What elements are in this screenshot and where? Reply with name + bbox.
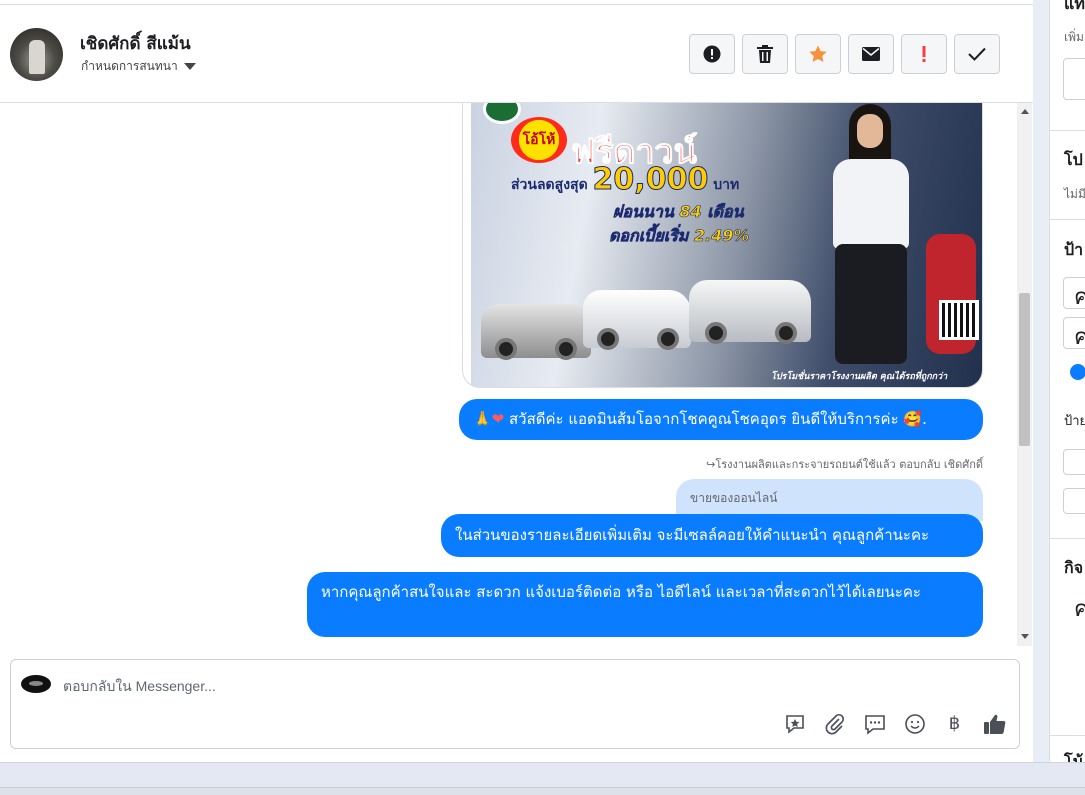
mark-unread-button[interactable] bbox=[848, 34, 894, 74]
taskbar-strip bbox=[0, 762, 1085, 795]
assign-conversation-label: กำหนดการสนทนา bbox=[81, 59, 178, 73]
delete-button[interactable] bbox=[742, 34, 788, 74]
reply-context-label: ↪โรงงานผลิตและกระจายรถยนต์ใช้แล้ว ตอบกลั… bbox=[706, 458, 983, 471]
message-thread: โอ้โห้ ฟรีดาวน์ ส่วนลดสูงสุด 20,000 บาท … bbox=[0, 103, 1017, 646]
thread-scrollbar[interactable] bbox=[1017, 103, 1032, 646]
label-chip-text: ค bbox=[1074, 319, 1085, 354]
car-graphic bbox=[689, 280, 811, 344]
scroll-down-icon[interactable] bbox=[1021, 634, 1029, 639]
message-text: สวัสดีค่ะ แอดมินส้มโอจากโชคคูณโชคอุดร ยิ… bbox=[509, 410, 899, 428]
car-graphic bbox=[583, 290, 691, 350]
promo-interest: ดอกเบี้ยเริ่ม 2.49% bbox=[609, 226, 750, 246]
promo-discount-amount: 20,000 bbox=[592, 162, 709, 198]
caret-down-icon bbox=[183, 63, 196, 70]
panel-gutter bbox=[1033, 0, 1049, 762]
exclamation-icon bbox=[922, 46, 926, 62]
promo-footer: โปรโมชั่นราคาโรงงานผลิต คุณได้รถที่ถูกกว… bbox=[771, 372, 948, 382]
contact-details-panel: แท เพิ่ม โป ไม่มี ป้า ค ค ป้าย กิจ ค โน้ bbox=[1049, 0, 1085, 762]
baht-icon[interactable]: ฿ bbox=[942, 711, 967, 736]
conversation-actions bbox=[689, 34, 1000, 74]
car-graphic bbox=[481, 304, 591, 360]
greeting-end-emoji: 🥰. bbox=[903, 410, 927, 428]
add-field-input[interactable] bbox=[1063, 58, 1085, 100]
add-label-icon[interactable] bbox=[1070, 364, 1085, 380]
section-hint: ไม่มี bbox=[1064, 187, 1085, 201]
qr-code bbox=[939, 300, 979, 340]
paperclip-icon[interactable] bbox=[822, 711, 847, 736]
star-icon bbox=[809, 45, 827, 62]
section-title: กิจ bbox=[1064, 558, 1084, 577]
label-chip-text: ค bbox=[1074, 279, 1085, 314]
thumbs-up-icon[interactable] bbox=[982, 711, 1007, 736]
section-title: แท bbox=[1064, 0, 1085, 13]
promo-discount: ส่วนลดสูงสุด 20,000 บาท bbox=[511, 162, 740, 198]
trash-icon bbox=[757, 45, 773, 63]
alert-circle-icon bbox=[703, 45, 721, 63]
follow-up-button[interactable] bbox=[901, 34, 947, 74]
conversation-panel: เชิดศักดิ์ สีแม้น กำหนดการสนทนา โอ้โห้ ฟ… bbox=[0, 0, 1033, 762]
presenter-graphic bbox=[811, 104, 931, 384]
composer-tools: ฿ bbox=[782, 711, 1007, 736]
divider bbox=[1050, 538, 1085, 539]
promo-image-message[interactable]: โอ้โห้ ฟรีดาวน์ ส่วนลดสูงสุด 20,000 บาท … bbox=[462, 103, 983, 388]
reply-input[interactable] bbox=[63, 675, 963, 697]
contact-name[interactable]: เชิดศักดิ์ สีแม้น bbox=[80, 30, 191, 57]
envelope-icon bbox=[862, 47, 880, 61]
promo-installment: ผ่อนนาน 84 เดือน bbox=[613, 202, 744, 222]
promo-image: โอ้โห้ ฟรีดาวน์ ส่วนลดสูงสุด 20,000 บาท … bbox=[471, 103, 982, 387]
scroll-up-icon[interactable] bbox=[1021, 109, 1029, 114]
page-avatar bbox=[21, 675, 51, 693]
message-bubble[interactable]: หากคุณลูกค้าสนใจและ สะดวก แจ้งเบอร์ติดต่… bbox=[307, 572, 983, 637]
sticker-icon[interactable] bbox=[782, 711, 807, 736]
greeting-emoji: 🙏❤ bbox=[473, 410, 505, 428]
message-bubble[interactable]: 🙏❤ สวัสดีค่ะ แอดมินส้มโอจากโชคคูณโชคอุดร… bbox=[459, 399, 983, 440]
emoji-icon[interactable] bbox=[902, 711, 927, 736]
assign-conversation-dropdown[interactable]: กำหนดการสนทนา bbox=[81, 57, 196, 76]
done-button[interactable] bbox=[954, 34, 1000, 74]
reply-composer: ฿ bbox=[10, 659, 1020, 749]
divider bbox=[1050, 735, 1085, 736]
scrollbar-thumb[interactable] bbox=[1019, 293, 1030, 446]
label-checkbox[interactable] bbox=[1063, 488, 1085, 514]
saved-replies-icon[interactable] bbox=[862, 711, 887, 736]
star-button[interactable] bbox=[795, 34, 841, 74]
section-title: โน้ bbox=[1064, 752, 1084, 762]
message-bubble[interactable]: ในส่วนของรายละเอียดเพิ่มเติม จะมีเซลล์คอ… bbox=[441, 514, 983, 557]
contact-avatar[interactable] bbox=[10, 28, 63, 81]
section-title: ป้า bbox=[1064, 240, 1084, 259]
promo-burst-tag: โอ้โห้ bbox=[511, 117, 567, 163]
checkmark-icon bbox=[968, 47, 986, 61]
promo-discount-label: ส่วนลดสูงสุด bbox=[511, 177, 588, 193]
label-checkbox[interactable] bbox=[1063, 449, 1085, 475]
promo-discount-unit: บาท bbox=[713, 177, 740, 193]
conversation-header: เชิดศักดิ์ สีแม้น กำหนดการสนทนา bbox=[0, 4, 1033, 103]
divider bbox=[1050, 219, 1085, 220]
report-button[interactable] bbox=[689, 34, 735, 74]
divider bbox=[1050, 130, 1085, 131]
section-title: โป bbox=[1064, 150, 1083, 169]
section-hint: ป้าย bbox=[1064, 414, 1085, 429]
activity-text: ค bbox=[1074, 591, 1085, 626]
dealer-logo bbox=[483, 103, 521, 124]
section-hint: เพิ่ม bbox=[1064, 30, 1084, 44]
